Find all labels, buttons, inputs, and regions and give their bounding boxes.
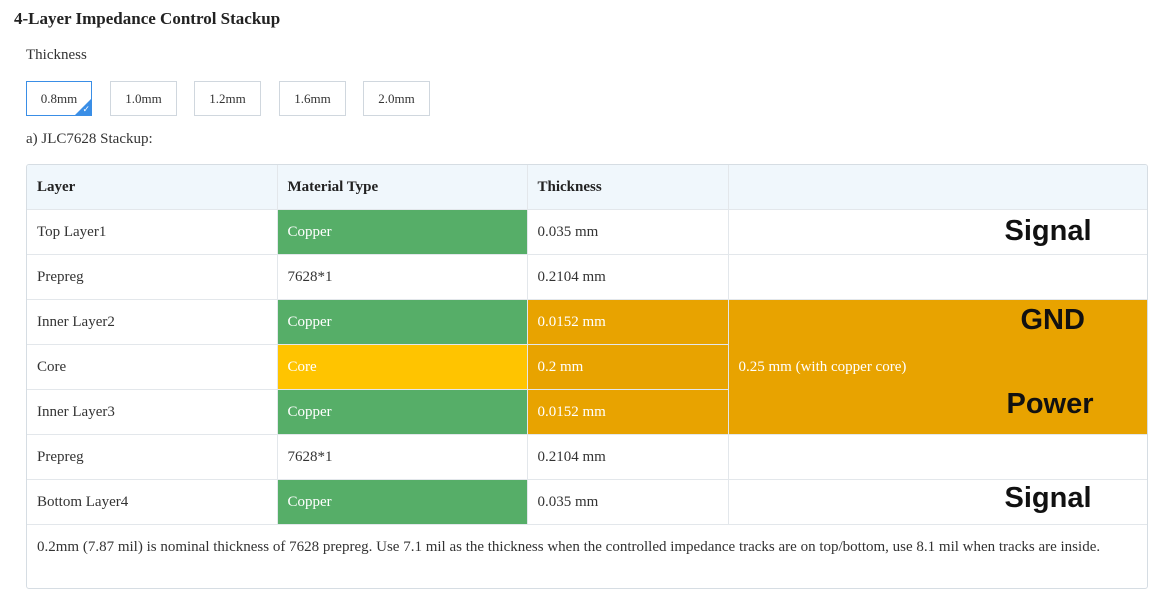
thickness-option-0-8mm[interactable]: 0.8mm ✓ — [26, 81, 92, 116]
layer-cell: Bottom Layer4 — [27, 479, 278, 525]
role-cell: Signal — [727, 209, 1147, 255]
thickness-option-label: 1.6mm — [294, 90, 331, 106]
material-cell: Copper — [276, 479, 528, 525]
role-label-power: Power — [1006, 388, 1094, 420]
check-icon: ✓ — [82, 105, 90, 115]
thickness-cell: 0.0152 mm — [526, 389, 728, 435]
material-cell: 7628*1 — [276, 254, 528, 300]
role-label-signal-top: Signal — [1004, 215, 1092, 247]
layer-cell: Prepreg — [27, 254, 278, 300]
layer-cell: Inner Layer2 — [27, 299, 278, 345]
table-row: Bottom Layer4 Copper 0.035 mm Signal — [27, 479, 1147, 525]
material-cell: Core — [276, 344, 528, 390]
page-title: 4-Layer Impedance Control Stackup — [14, 9, 281, 28]
thickness-cell: 0.2104 mm — [526, 434, 729, 480]
table-footnote-row: 0.2mm (7.87 mil) is nominal thickness of… — [27, 524, 1147, 571]
thickness-option-label: 0.8mm — [40, 90, 78, 106]
layer-cell: Inner Layer3 — [27, 389, 278, 435]
role-label-gnd: GND — [1020, 304, 1085, 336]
layer-cell: Core — [27, 344, 278, 390]
thickness-option-1-6mm[interactable]: 1.6mm — [279, 81, 346, 116]
header-blank — [727, 165, 1147, 210]
role-cell: Signal — [727, 479, 1147, 525]
role-cell — [727, 254, 1147, 300]
thickness-cell: 0.035 mm — [526, 209, 729, 255]
thickness-option-1-2mm[interactable]: 1.2mm — [194, 81, 261, 116]
role-cell — [727, 434, 1147, 480]
table-header-row: Layer Material Type Thickness — [27, 165, 1147, 210]
stackup-table: Layer Material Type Thickness Top Layer1… — [26, 164, 1148, 589]
table-row: Prepreg 7628*1 0.2104 mm — [27, 434, 1147, 480]
layer-cell: Top Layer1 — [27, 209, 278, 255]
header-layer: Layer — [27, 165, 278, 210]
table-row: Inner Layer2 Copper 0.0152 mm GND 0.25 m… — [27, 299, 1147, 435]
thickness-cell: 0.0152 mm — [526, 299, 729, 345]
header-thickness: Thickness — [526, 165, 729, 210]
thickness-option-label: 1.2mm — [209, 90, 246, 106]
thickness-option-label: 1.0mm — [125, 90, 162, 106]
stackup-label: a) JLC7628 Stackup: — [26, 131, 153, 147]
table-row: Top Layer1 Copper 0.035 mm Signal — [27, 209, 1147, 255]
core-note: 0.25 mm (with copper core) — [738, 358, 907, 375]
role-label-signal-bottom: Signal — [1004, 482, 1092, 514]
material-cell: Copper — [276, 299, 528, 345]
material-cell: Copper — [276, 209, 528, 255]
thickness-cell: 0.035 mm — [526, 479, 729, 525]
header-material-type: Material Type — [276, 165, 528, 210]
thickness-option-label: 2.0mm — [378, 90, 415, 106]
material-cell: Copper — [276, 389, 528, 435]
thickness-cell: 0.2 mm — [526, 344, 728, 390]
table-row: Prepreg 7628*1 0.2104 mm — [27, 254, 1147, 300]
thickness-cell: 0.2104 mm — [526, 254, 729, 300]
footnote: 0.2mm (7.87 mil) is nominal thickness of… — [27, 524, 1147, 571]
material-cell: 7628*1 — [276, 434, 528, 480]
thickness-label: Thickness — [26, 47, 87, 63]
thickness-option-2-0mm[interactable]: 2.0mm — [363, 81, 430, 116]
core-group-cell: GND 0.25 mm (with copper core) Power — [727, 299, 1147, 435]
layer-cell: Prepreg — [27, 434, 278, 480]
thickness-option-1-0mm[interactable]: 1.0mm — [110, 81, 177, 116]
